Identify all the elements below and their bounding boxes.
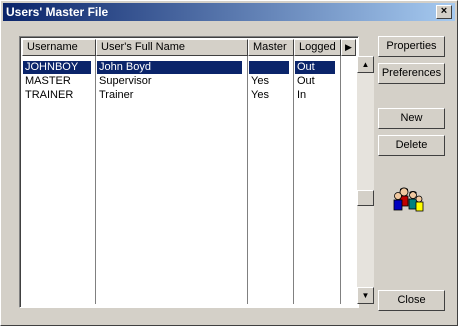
cell-master: Yes (251, 75, 269, 87)
column-divider (340, 56, 341, 304)
column-divider (247, 56, 248, 304)
title-bar[interactable]: Users' Master File × (3, 3, 455, 21)
users-list[interactable]: Username User's Full Name Master Logged … (19, 36, 374, 308)
users-group-icon (393, 187, 424, 212)
cell-full-name: Trainer (99, 89, 134, 101)
cell-logged: Out (297, 75, 315, 87)
column-divider (293, 56, 294, 304)
header-scroll-right-icon[interactable]: ▶ (341, 39, 356, 56)
vertical-scrollbar[interactable]: ▲ ▼ (357, 56, 374, 304)
cell-full-name: John Boyd (97, 61, 242, 74)
cell-logged: Out (295, 61, 335, 74)
column-header-logged[interactable]: Logged (294, 39, 341, 56)
cell-master (249, 61, 289, 74)
cell-username: TRAINER (25, 89, 74, 101)
cell-master: Yes (251, 89, 269, 101)
column-divider (95, 56, 96, 304)
column-header-username[interactable]: Username (22, 39, 96, 56)
delete-button[interactable]: Delete (378, 135, 445, 156)
column-header-full-name[interactable]: User's Full Name (96, 39, 248, 56)
cell-username: MASTER (25, 75, 71, 87)
preferences-button[interactable]: Preferences (378, 63, 445, 84)
users-master-file-window: Users' Master File × Username User's Ful… (0, 0, 458, 326)
new-button[interactable]: New (378, 108, 445, 129)
close-button[interactable]: Close (378, 290, 445, 311)
cell-full-name: Supervisor (99, 75, 152, 87)
scroll-thumb[interactable] (357, 190, 374, 206)
close-window-button[interactable]: × (436, 5, 452, 19)
window-title: Users' Master File (6, 5, 109, 19)
scroll-up-button[interactable]: ▲ (357, 56, 374, 73)
properties-button[interactable]: Properties (378, 36, 445, 57)
scroll-down-button[interactable]: ▼ (357, 287, 374, 304)
cell-username: JOHNBOY (23, 61, 91, 74)
cell-logged: In (297, 89, 307, 101)
column-header-master[interactable]: Master (248, 39, 294, 56)
